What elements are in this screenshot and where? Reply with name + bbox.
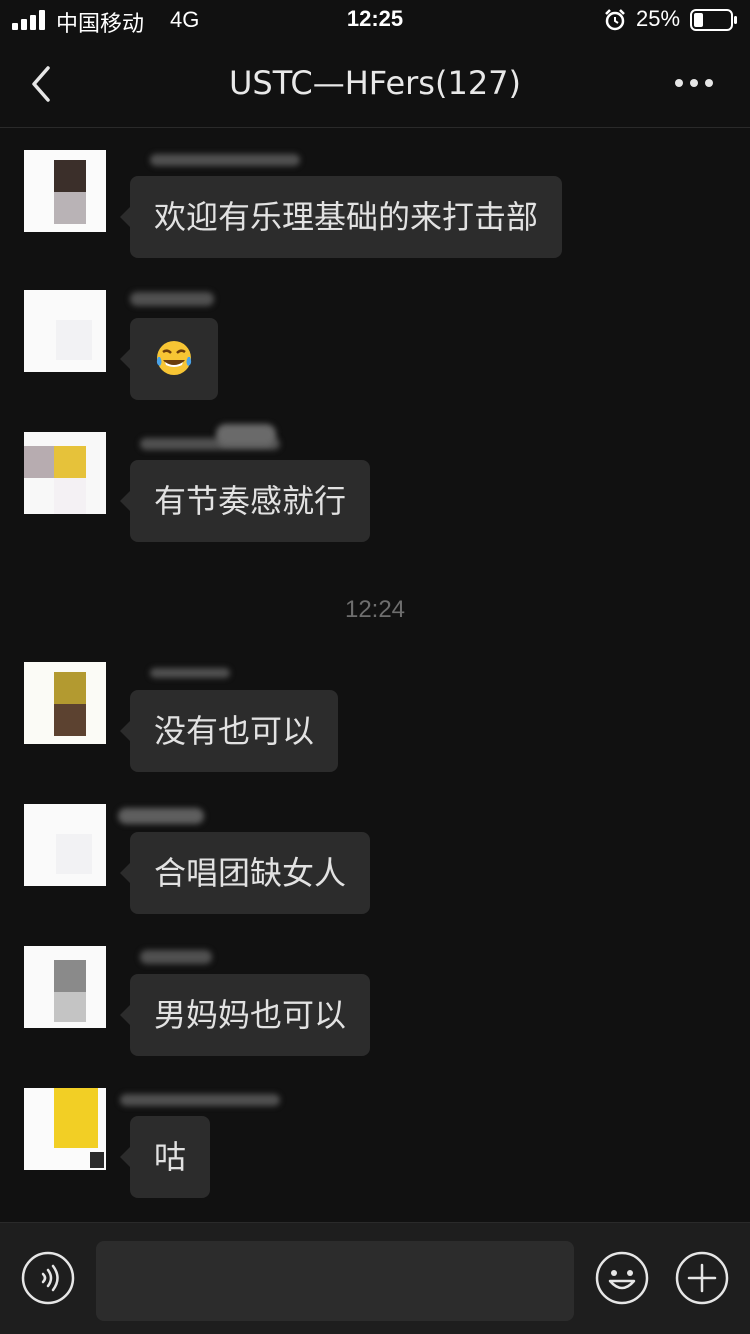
chat-title: USTC—HFers(127) bbox=[228, 64, 522, 102]
message-bubble[interactable]: 咕 bbox=[119, 1116, 211, 1198]
voice-icon[interactable] bbox=[21, 1251, 75, 1305]
battery-icon bbox=[690, 9, 737, 31]
input-bar bbox=[0, 1222, 750, 1334]
message-bubble[interactable]: 男妈妈也可以 bbox=[119, 974, 371, 1056]
sender-name-blurred bbox=[120, 1094, 280, 1106]
sender-name-blurred bbox=[130, 292, 214, 306]
face-with-tears-of-joy-icon bbox=[156, 341, 192, 375]
avatar[interactable] bbox=[24, 804, 106, 886]
avatar[interactable] bbox=[24, 432, 106, 514]
battery-percent: 25% bbox=[636, 6, 681, 31]
avatar[interactable] bbox=[24, 290, 106, 372]
avatar[interactable] bbox=[24, 946, 106, 1028]
more-icon[interactable] bbox=[672, 76, 716, 90]
sender-name-blurred bbox=[118, 808, 204, 824]
message-bubble[interactable]: 合唱团缺女人 bbox=[119, 832, 371, 914]
sender-name-blurred bbox=[140, 950, 212, 964]
avatar[interactable] bbox=[24, 1088, 106, 1170]
plus-icon[interactable] bbox=[675, 1251, 729, 1305]
sender-name-blurred bbox=[150, 154, 300, 166]
sender-name-blurred bbox=[216, 424, 276, 446]
status-bar: 中国移动 4G 12:25 25% bbox=[0, 0, 750, 40]
avatar[interactable] bbox=[24, 150, 106, 232]
alarm-icon bbox=[605, 9, 625, 31]
message-bubble[interactable]: 欢迎有乐理基础的来打击部 bbox=[119, 176, 563, 258]
message-bubble[interactable] bbox=[120, 318, 218, 400]
sender-name-blurred bbox=[150, 668, 230, 678]
message-bubble[interactable]: 没有也可以 bbox=[119, 690, 339, 772]
message-input[interactable] bbox=[96, 1241, 574, 1321]
chat-header: USTC—HFers(127) bbox=[0, 40, 750, 128]
emoji-icon[interactable] bbox=[595, 1251, 649, 1305]
message-bubble[interactable]: 有节奏感就行 bbox=[119, 460, 371, 542]
avatar[interactable] bbox=[24, 662, 106, 744]
time-divider: 12:24 bbox=[344, 596, 406, 623]
